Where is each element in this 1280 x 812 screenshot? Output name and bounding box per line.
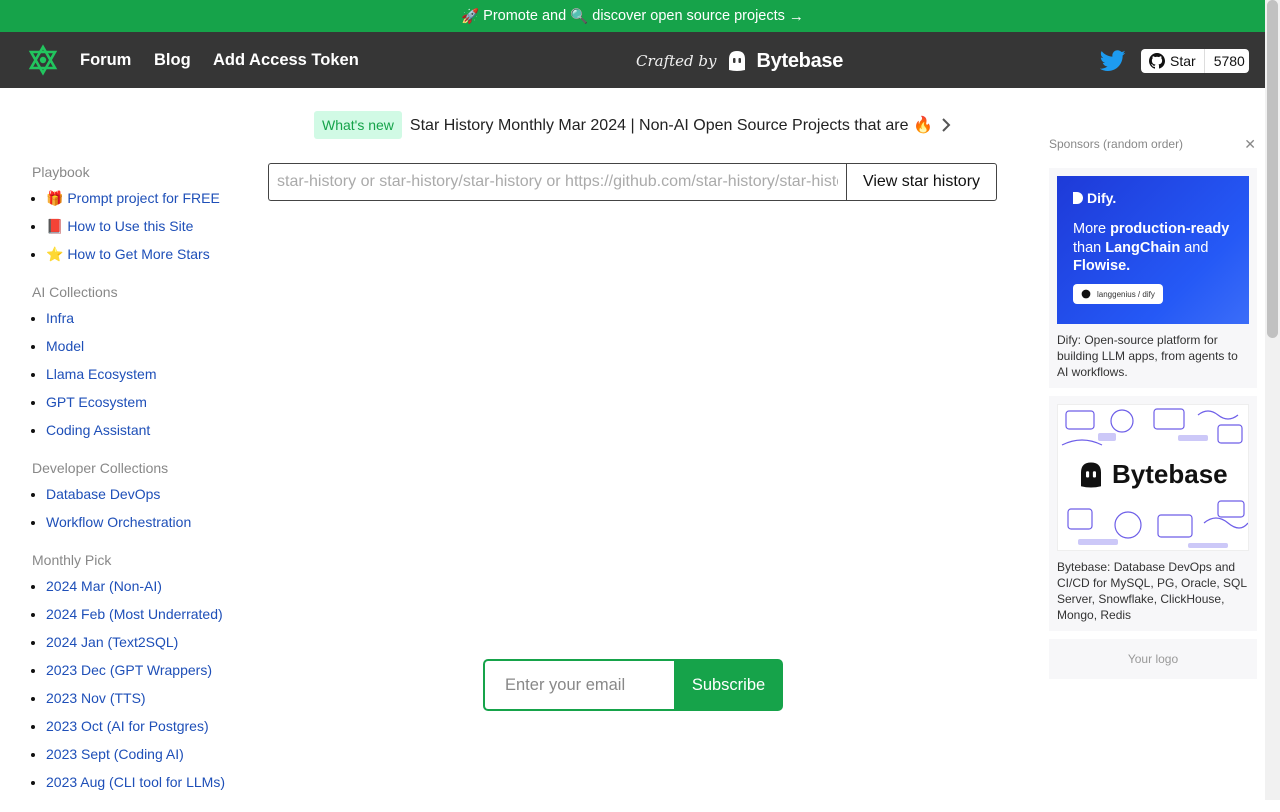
whats-new-title: Star History Monthly Mar 2024 | Non-AI O… xyxy=(409,117,933,134)
bytebase-logo-icon xyxy=(728,51,745,71)
crafted-by-bytebase-link[interactable]: Crafted by Bytebase xyxy=(636,49,843,73)
github-star-label: Star xyxy=(1170,53,1196,69)
sidebar-item: Workflow Orchestration xyxy=(46,511,242,539)
subscribe-form: Subscribe xyxy=(483,659,783,711)
sponsor-card-dify[interactable]: Dify. More production-ready than LangCha… xyxy=(1049,168,1257,388)
page-scrollbar[interactable] xyxy=(1265,0,1280,800)
github-star-left: Star xyxy=(1141,49,1205,73)
dev-workflow-link[interactable]: Workflow Orchestration xyxy=(46,514,191,530)
dify-github-pill: langgenius / dify xyxy=(1073,284,1163,304)
bytebase-brand-text: Bytebase xyxy=(756,49,844,72)
ai-gpt-link[interactable]: GPT Ecosystem xyxy=(46,394,147,410)
promo-text-1: Promote and xyxy=(483,8,567,24)
sidebar-item: ⭐ How to Get More Stars xyxy=(46,243,242,271)
sidebar-item: 2024 Feb (Most Underrated) xyxy=(46,603,242,631)
monthly-pick-link[interactable]: 2024 Jan (Text2SQL) xyxy=(46,634,178,650)
sidebar-item: 🎁 Prompt project for FREE xyxy=(46,187,242,215)
sponsors-title: Sponsors (random order) xyxy=(1049,137,1184,151)
sidebar-item: Llama Ecosystem xyxy=(46,363,242,391)
sidebar-item: Infra xyxy=(46,307,242,335)
left-sidebar: Playbook 🎁 Prompt project for FREE 📕 How… xyxy=(32,164,242,812)
bytebase-logo-icon xyxy=(1081,462,1101,487)
ai-model-link[interactable]: Model xyxy=(46,338,84,354)
nav-blog-link[interactable]: Blog xyxy=(154,51,191,70)
view-star-history-button[interactable]: View star history xyxy=(846,163,997,201)
whats-new-link[interactable]: What's new Star History Monthly Mar 2024… xyxy=(314,111,951,139)
ai-infra-link[interactable]: Infra xyxy=(46,310,74,326)
sidebar-item: 2023 Dec (GPT Wrappers) xyxy=(46,659,242,687)
subscribe-button[interactable]: Subscribe xyxy=(674,659,783,711)
sponsor-card-bytebase[interactable]: Bytebase Bytebase: Database DevOps and C… xyxy=(1049,396,1257,631)
playbook-more-stars-link[interactable]: ⭐ How to Get More Stars xyxy=(46,246,210,262)
dify-logo-icon xyxy=(1073,192,1083,204)
github-icon xyxy=(1149,53,1165,69)
magnifier-icon: 🔍 xyxy=(570,8,589,25)
sidebar-item: Model xyxy=(46,335,242,363)
sidebar-item: 2024 Mar (Non-AI) xyxy=(46,575,242,603)
sidebar-item: 2023 Sept (Coding AI) xyxy=(46,743,242,771)
sidebar-item: Coding Assistant xyxy=(46,419,242,447)
sidebar-item: 2023 Nov (TTS) xyxy=(46,687,242,715)
bytebase-logo: Bytebase xyxy=(1076,459,1228,490)
playbook-title: Playbook xyxy=(32,164,90,180)
repo-search-input[interactable] xyxy=(268,163,846,201)
github-star-button[interactable]: Star 5780 xyxy=(1141,49,1249,73)
ai-coding-link[interactable]: Coding Assistant xyxy=(46,422,150,438)
monthly-pick-link[interactable]: 2023 Sept (Coding AI) xyxy=(46,746,184,762)
sidebar-item: Database DevOps xyxy=(46,483,242,511)
sponsors-panel: Sponsors (random order) ✕ Dify. More pro… xyxy=(1049,136,1257,679)
github-icon xyxy=(1081,289,1091,299)
rocket-icon: 🚀 xyxy=(461,8,480,25)
github-star-count: 5780 xyxy=(1213,53,1245,69)
playbook-how-to-use-link[interactable]: 📕 How to Use this Site xyxy=(46,218,193,234)
sidebar-item: 📕 How to Use this Site xyxy=(46,215,242,243)
email-field[interactable] xyxy=(483,659,674,711)
bytebase-description: Bytebase: Database DevOps and CI/CD for … xyxy=(1057,560,1247,622)
sponsors-header: Sponsors (random order) ✕ xyxy=(1049,136,1257,152)
dify-banner-image: Dify. More production-ready than LangCha… xyxy=(1057,176,1249,324)
monthly-pick-link[interactable]: 2024 Mar (Non-AI) xyxy=(46,578,162,594)
monthly-pick-link[interactable]: 2023 Aug (CLI tool for LLMs) xyxy=(46,774,225,790)
promo-banner[interactable]: 🚀 Promote and 🔍 discover open source pro… xyxy=(0,0,1265,32)
close-icon[interactable]: ✕ xyxy=(1244,136,1256,153)
chevron-right-icon xyxy=(942,118,951,132)
arrow-right-icon: → xyxy=(788,7,804,25)
whats-new-badge: What's new xyxy=(314,111,402,139)
dify-description: Dify: Open-source platform for building … xyxy=(1057,333,1238,379)
dify-logo: Dify. xyxy=(1073,190,1233,206)
promo-text-2: discover open source projects xyxy=(592,8,785,24)
monthly-pick-link[interactable]: 2023 Oct (AI for Postgres) xyxy=(46,718,209,734)
repo-search-bar: View star history xyxy=(268,163,997,201)
sidebar-item: 2024 Jan (Text2SQL) xyxy=(46,631,242,659)
dev-database-devops-link[interactable]: Database DevOps xyxy=(46,486,160,502)
star-history-logo-icon[interactable] xyxy=(28,44,58,76)
your-logo-placeholder[interactable]: Your logo xyxy=(1049,639,1257,679)
dify-tagline: More production-ready than LangChain and… xyxy=(1073,221,1230,274)
twitter-icon[interactable] xyxy=(1100,50,1126,72)
monthly-pick-title: Monthly Pick xyxy=(32,552,112,568)
monthly-pick-section: Monthly Pick 2024 Mar (Non-AI) 2024 Feb … xyxy=(32,552,242,799)
top-header: Forum Blog Add Access Token Crafted by B… xyxy=(0,32,1265,88)
nav-add-access-token-link[interactable]: Add Access Token xyxy=(213,51,359,70)
developer-collections-title: Developer Collections xyxy=(32,460,169,476)
sidebar-item: 2023 Aug (CLI tool for LLMs) xyxy=(46,771,242,799)
monthly-pick-link[interactable]: 2023 Dec (GPT Wrappers) xyxy=(46,662,212,678)
scrollbar-thumb[interactable] xyxy=(1267,0,1278,338)
monthly-pick-link[interactable]: 2024 Feb (Most Underrated) xyxy=(46,606,223,622)
ai-llama-link[interactable]: Llama Ecosystem xyxy=(46,366,156,382)
sidebar-item: GPT Ecosystem xyxy=(46,391,242,419)
playbook-section: Playbook 🎁 Prompt project for FREE 📕 How… xyxy=(32,164,242,271)
playbook-prompt-link[interactable]: 🎁 Prompt project for FREE xyxy=(46,190,220,206)
crafted-by-text: Crafted by xyxy=(636,52,717,70)
ai-collections-section: AI Collections Infra Model Llama Ecosyst… xyxy=(32,284,242,447)
sidebar-item: 2023 Oct (AI for Postgres) xyxy=(46,715,242,743)
ai-collections-title: AI Collections xyxy=(32,284,118,300)
nav-forum-link[interactable]: Forum xyxy=(80,51,131,70)
bytebase-banner-image: Bytebase xyxy=(1057,404,1249,551)
developer-collections-section: Developer Collections Database DevOps Wo… xyxy=(32,460,242,539)
monthly-pick-link[interactable]: 2023 Nov (TTS) xyxy=(46,690,146,706)
